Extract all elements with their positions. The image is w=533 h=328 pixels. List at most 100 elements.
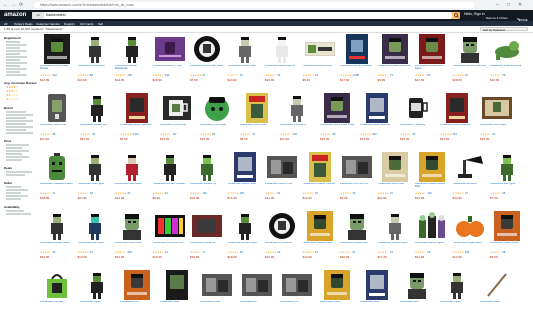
- product-card[interactable]: Frankenstein Tote Bag: [38, 270, 76, 328]
- review-count[interactable]: 65: [502, 192, 505, 195]
- product-title[interactable]: Frankenstein Lab Lamp: [453, 183, 488, 191]
- filter-option[interactable]: [6, 174, 25, 176]
- review-count[interactable]: 142: [202, 192, 206, 195]
- review-count[interactable]: 31: [390, 251, 393, 254]
- product-rating[interactable]: ★★★★☆ 27: [453, 192, 468, 195]
- product-card[interactable]: Frankenstein Family Figures ★★★★☆ 56 $21.9…: [413, 211, 451, 269]
- product-title[interactable]: Frankenstein Family Figures: [415, 242, 450, 250]
- product-image[interactable]: [282, 93, 312, 123]
- product-image[interactable]: [342, 34, 372, 64]
- product-title[interactable]: Frankenstein Crawling Zombie: [490, 65, 525, 73]
- product-rating[interactable]: ★★★★☆ 38: [40, 133, 55, 136]
- product-image[interactable]: [492, 152, 522, 182]
- product-image[interactable]: [242, 93, 272, 123]
- product-card[interactable]: Frankenstein Classic Movie Print ★★★★☆ 73…: [376, 34, 414, 92]
- review-count[interactable]: 102: [427, 192, 431, 195]
- review-count[interactable]: 287: [240, 192, 244, 195]
- product-card[interactable]: Frankenstein Monster Doll ★★★★☆ 64 $22.99: [78, 93, 116, 151]
- product-rating[interactable]: ★★★★★ 76: [378, 192, 393, 195]
- product-image[interactable]: [455, 211, 485, 241]
- product-card[interactable]: Frankenstein Action Figure ★★★★★ 88 $19.99: [76, 34, 114, 92]
- review-count[interactable]: 73: [390, 74, 393, 77]
- product-card[interactable]: Frankenstein Cover: [318, 270, 356, 328]
- search-button[interactable]: [452, 12, 460, 19]
- product-card[interactable]: Frankenstein Monster Bobblehead ★★★★☆ 156…: [113, 34, 151, 92]
- product-image[interactable]: [380, 34, 410, 64]
- review-count[interactable]: 48: [90, 192, 93, 195]
- review-count[interactable]: 156: [127, 74, 131, 77]
- minimize-icon[interactable]: –: [496, 2, 499, 8]
- product-card[interactable]: Frankenstein Mini Figure ★★★★☆ 65 $7.99: [488, 152, 526, 210]
- product-title[interactable]: Frankenstein Monster Ornament: [153, 183, 188, 191]
- product-image[interactable]: [117, 34, 147, 64]
- review-count[interactable]: 56: [427, 251, 430, 254]
- product-title[interactable]: Frankenstein Bust: [400, 301, 435, 309]
- product-rating[interactable]: ★★★★☆ 39: [40, 251, 55, 254]
- product-image[interactable]: [482, 270, 512, 300]
- product-rating[interactable]: ★★★★☆ 142: [190, 192, 207, 195]
- review-count[interactable]: 36: [127, 192, 130, 195]
- subnav-customer-service[interactable]: Customer Service: [36, 22, 60, 26]
- orders-link[interactable]: Returns & Orders: [486, 16, 508, 20]
- product-image[interactable]: [322, 93, 352, 123]
- product-image[interactable]: [80, 152, 110, 182]
- filter-option[interactable]: [6, 59, 20, 61]
- product-card[interactable]: Frankenstein Monster Figure ★★★★☆ 81 $18.9…: [226, 211, 264, 269]
- review-count[interactable]: 22: [492, 133, 495, 136]
- rating-filter[interactable]: ★☆☆☆☆: [6, 97, 18, 101]
- product-rating[interactable]: ★★★★☆ 230: [153, 74, 170, 77]
- filter-option[interactable]: [6, 41, 20, 43]
- product-card[interactable]: Frankenstein Poster Classic Monster ★★★★☆…: [38, 34, 76, 92]
- product-rating[interactable]: ★★★★☆ 31: [378, 251, 393, 254]
- review-count[interactable]: 88: [90, 74, 93, 77]
- product-image[interactable]: [82, 270, 112, 300]
- product-image[interactable]: [42, 34, 72, 64]
- product-image[interactable]: [482, 93, 512, 123]
- review-count[interactable]: 47: [90, 251, 93, 254]
- product-image[interactable]: [402, 270, 432, 300]
- product-image[interactable]: [230, 152, 260, 182]
- product-rating[interactable]: ★★★★☆ 71: [40, 192, 55, 195]
- product-card[interactable]: Frankenstein Bumper Sticker ★★★★☆ 19 $5.49: [301, 34, 339, 92]
- filter-option[interactable]: [6, 159, 22, 161]
- review-count[interactable]: 59: [332, 133, 335, 136]
- review-count[interactable]: 38: [52, 133, 55, 136]
- back-icon[interactable]: ←: [3, 2, 8, 8]
- reload-icon[interactable]: ⟳: [19, 2, 23, 8]
- review-count[interactable]: 81: [240, 251, 243, 254]
- product-title[interactable]: Frankenstein Action Figure: [78, 65, 113, 73]
- product-card[interactable]: Frankenstein Monster Bust ★★★★☆ 92 $26.99: [338, 211, 376, 269]
- product-rating[interactable]: ★★★★★ 612: [360, 133, 377, 136]
- review-count[interactable]: 92: [352, 251, 355, 254]
- filter-option[interactable]: [6, 213, 31, 215]
- product-title[interactable]: Frankenstein Statue Figurine: [265, 65, 300, 73]
- product-rating[interactable]: ★★★★★ 63: [265, 251, 280, 254]
- product-title[interactable]: Frankenstein Monster Head Bust: [453, 65, 488, 73]
- review-count[interactable]: 91: [165, 192, 168, 195]
- review-count[interactable]: 39: [52, 251, 55, 254]
- product-card[interactable]: Frankenstein Novel Paperback ★★★★★ 3,412 $…: [118, 93, 156, 151]
- product-title[interactable]: Frankenstein Monster Doll: [80, 124, 115, 132]
- filter-option[interactable]: [6, 144, 29, 146]
- filter-option[interactable]: [6, 123, 26, 125]
- product-rating[interactable]: ★★★★☆ 318: [115, 251, 132, 254]
- product-image[interactable]: [192, 211, 222, 241]
- product-image[interactable]: [154, 211, 185, 241]
- product-title[interactable]: Frankenstein Bride Statue: [115, 183, 150, 191]
- product-card[interactable]: Frankenstein Statue Figurine ★★★★☆ 45 $29.…: [263, 34, 301, 92]
- product-card[interactable]: Frankenstein Premium Mini Figure ★★★★☆ 52…: [413, 34, 451, 92]
- product-title[interactable]: Frankenstein Novel Paperback: [120, 124, 155, 132]
- product-title[interactable]: Frankenstein Halloween Lantern: [40, 183, 75, 191]
- search-input[interactable]: frankenstein: [46, 12, 66, 19]
- review-count[interactable]: 45: [277, 74, 280, 77]
- product-rating[interactable]: ★★★★☆ 54: [265, 192, 280, 195]
- product-card[interactable]: Frankenstein Bride Statue ★★★★★ 36 $34.99: [113, 152, 151, 210]
- product-title[interactable]: Frankenstein Figure: [440, 301, 475, 309]
- product-card[interactable]: Frankenstein Pumpkin Decor ★★★★★ 109 $14.9…: [451, 211, 489, 269]
- product-rating[interactable]: ★★★★☆ 65: [490, 192, 505, 195]
- product-title[interactable]: Frankenstein Vinyl Figure: [280, 124, 315, 132]
- product-card[interactable]: Frankenstein Classic Poster ★★★★☆ 68 $9.99: [488, 211, 526, 269]
- product-image[interactable]: [154, 34, 185, 64]
- product-title[interactable]: Frankenstein Monster Mask: [228, 65, 263, 73]
- address-bar[interactable]: https://www.amazon.com/s?k=frankenstein&…: [34, 2, 474, 8]
